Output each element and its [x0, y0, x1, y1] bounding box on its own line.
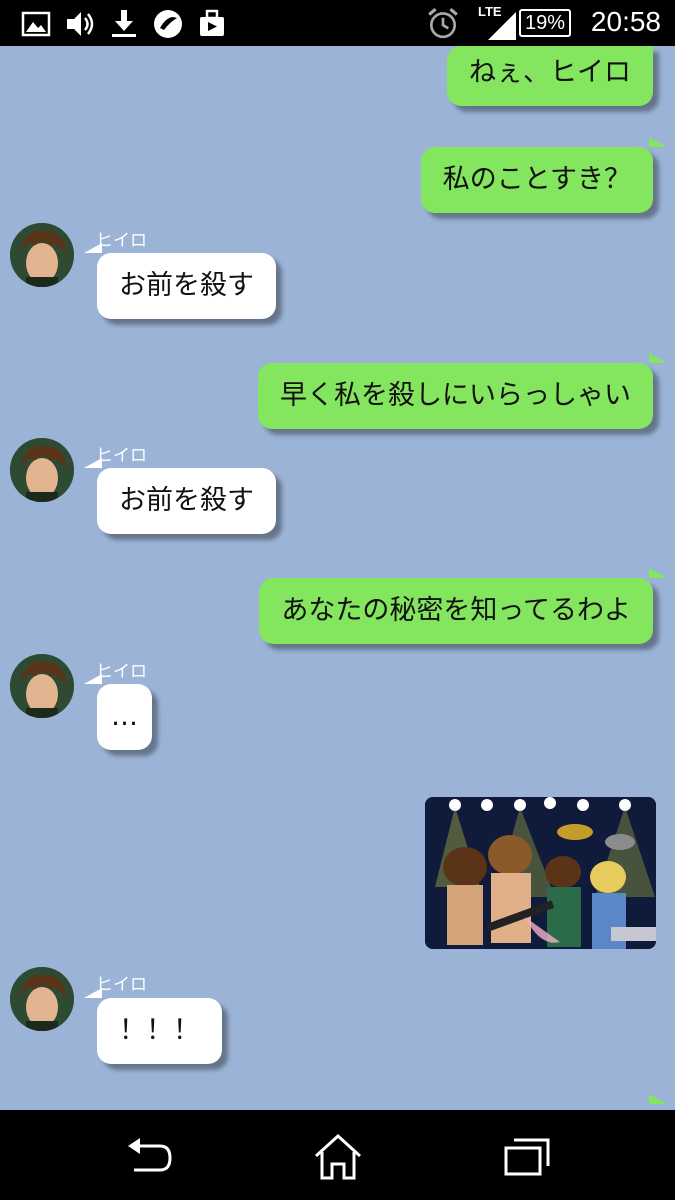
bubble-tail: [84, 674, 102, 684]
bubble-tail: [84, 243, 102, 253]
incoming-message[interactable]: お前を殺す: [97, 253, 276, 319]
bag-icon: [200, 9, 224, 36]
avatar[interactable]: [10, 967, 74, 1031]
character-avatar-icon: [10, 967, 74, 1031]
outgoing-message[interactable]: 私のことすき？: [420, 147, 653, 213]
character-avatar-icon: [10, 438, 74, 502]
volume-icon: [67, 12, 94, 36]
incoming-message[interactable]: …: [97, 684, 152, 750]
photo-icon: [425, 797, 656, 949]
message-text: ねぇ、ヒイロ: [469, 57, 631, 88]
bubble-tail: [84, 988, 102, 998]
status-bar: LTE 19% 20:58: [0, 0, 675, 46]
bubble-tail: [649, 568, 667, 578]
avatar[interactable]: [10, 223, 74, 287]
recents-icon[interactable]: [498, 1132, 554, 1182]
app-icon: [154, 10, 182, 38]
chat-area[interactable]: ねぇ、ヒイロ 私のことすき？ ヒイロ お前を殺す 早く私を殺しにいらっしゃい ヒ…: [0, 46, 675, 1110]
navigation-bar: [0, 1110, 675, 1200]
sender-name: ヒイロ: [96, 662, 147, 682]
avatar[interactable]: [10, 654, 74, 718]
outgoing-message[interactable]: あなたの秘密を知ってるわよ: [259, 578, 653, 644]
avatar[interactable]: [10, 438, 74, 502]
back-icon[interactable]: [122, 1132, 178, 1182]
outgoing-message[interactable]: ねぇ、ヒイロ: [447, 46, 653, 106]
incoming-message[interactable]: ！！！: [97, 998, 222, 1064]
message-text: あなたの秘密を知ってるわよ: [281, 595, 631, 626]
bubble-tail: [84, 458, 102, 468]
message-text: …: [111, 701, 138, 732]
alarm-icon: [428, 7, 458, 39]
character-avatar-icon: [10, 654, 74, 718]
sender-name: ヒイロ: [96, 231, 147, 251]
home-icon[interactable]: [310, 1132, 366, 1182]
sender-name: ヒイロ: [96, 446, 147, 466]
message-text: ！！！: [119, 1015, 200, 1046]
clock: 20:58: [590, 6, 661, 37]
signal-icon: [488, 12, 516, 40]
sender-name: ヒイロ: [96, 975, 147, 995]
message-text: お前を殺す: [119, 485, 254, 516]
incoming-message[interactable]: お前を殺す: [97, 468, 276, 534]
bubble-tail: [649, 353, 667, 363]
bubble-tail: [649, 1094, 667, 1104]
shared-image[interactable]: [425, 797, 656, 949]
download-icon: [112, 10, 136, 37]
message-text: お前を殺す: [119, 270, 254, 301]
message-text: 私のことすき？: [442, 164, 631, 195]
character-avatar-icon: [10, 223, 74, 287]
gallery-icon: [21, 11, 51, 37]
message-text: 早く私を殺しにいらっしゃい: [280, 380, 631, 411]
outgoing-message[interactable]: 早く私を殺しにいらっしゃい: [258, 363, 653, 429]
bubble-tail: [649, 137, 667, 147]
battery-indicator: 19%: [518, 9, 571, 37]
